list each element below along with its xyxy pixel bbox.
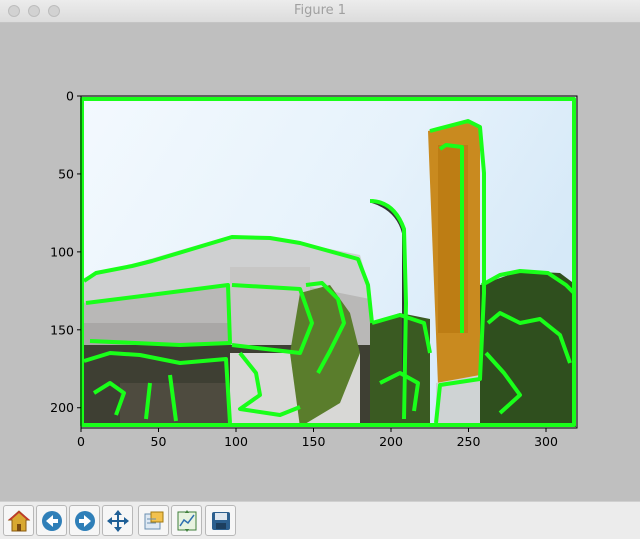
y-tick-label: 200: [50, 400, 74, 415]
y-tick-label: 50: [58, 166, 74, 181]
pan-button[interactable]: [102, 505, 133, 536]
back-arrow-icon: [41, 510, 62, 531]
back-button[interactable]: [36, 505, 67, 536]
y-tick-label: 150: [50, 322, 74, 337]
zoom-button[interactable]: [138, 505, 169, 536]
y-tick-label: 100: [50, 244, 74, 259]
x-tick-label: 50: [151, 434, 167, 449]
subplots-icon: [177, 509, 196, 532]
y-tick-label: 0: [66, 89, 74, 104]
x-tick-label: 250: [457, 434, 481, 449]
home-button[interactable]: [3, 505, 34, 536]
x-tick-label: 200: [379, 434, 403, 449]
title-bar: Figure 1: [0, 0, 640, 23]
save-button[interactable]: [205, 505, 236, 536]
figure-window: Figure 1 0 50 100 150 200 250 300 0 50 1…: [0, 0, 640, 539]
navigation-toolbar: [0, 501, 640, 539]
save-icon: [211, 511, 230, 530]
x-tick-label: 150: [302, 434, 326, 449]
image-display: [82, 97, 576, 427]
forward-arrow-icon: [74, 510, 95, 531]
zoom-rect-icon: [144, 511, 163, 529]
axes[interactable]: 0 50 100 150 200 250 300 0 50 100 150 200: [0, 23, 640, 501]
forward-button[interactable]: [69, 505, 100, 536]
home-icon: [7, 509, 30, 531]
move-icon: [106, 509, 129, 532]
x-tick-label: 100: [224, 434, 248, 449]
x-tick-label: 300: [534, 434, 558, 449]
figure-canvas[interactable]: 0 50 100 150 200 250 300 0 50 100 150 200: [0, 23, 640, 501]
x-tick-label: 0: [77, 434, 85, 449]
window-title: Figure 1: [293, 3, 347, 18]
subplots-button[interactable]: [171, 505, 202, 536]
